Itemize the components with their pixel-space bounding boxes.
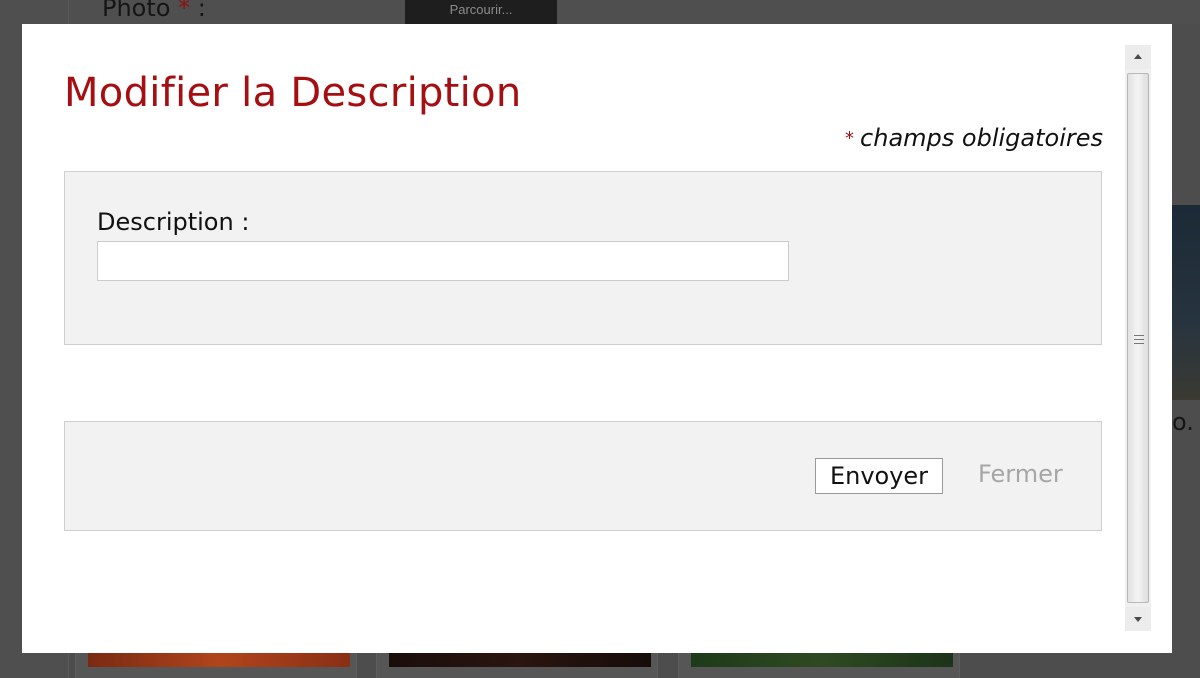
photo-label-text: Photo bbox=[102, 0, 171, 22]
description-fieldset: Description : bbox=[64, 171, 1102, 345]
required-note-text: champs obligatoires bbox=[860, 124, 1103, 152]
background-photo-preview bbox=[1172, 205, 1200, 400]
dialog-actions: Envoyer Fermer bbox=[64, 421, 1102, 531]
send-button[interactable]: Envoyer bbox=[815, 458, 943, 494]
thumbnail-image bbox=[691, 653, 953, 667]
description-input[interactable] bbox=[97, 241, 789, 281]
scroll-thumb[interactable] bbox=[1127, 73, 1149, 603]
photo-label-colon: : bbox=[190, 0, 206, 22]
description-label: Description : bbox=[97, 208, 250, 236]
scroll-grip-icon bbox=[1134, 335, 1144, 344]
thumbnail-image bbox=[389, 653, 651, 667]
required-fields-note: * champs obligatoires bbox=[845, 124, 1103, 152]
close-link[interactable]: Fermer bbox=[978, 460, 1063, 488]
required-star: * bbox=[845, 128, 855, 149]
scroll-up-arrow-icon[interactable] bbox=[1125, 45, 1151, 69]
background-photo-label: Photo * : bbox=[102, 0, 206, 22]
edit-description-dialog: Modifier la Description * champs obligato… bbox=[22, 24, 1172, 653]
required-star: * bbox=[178, 0, 191, 22]
dialog-title: Modifier la Description bbox=[64, 70, 522, 116]
background-right-text: o. bbox=[1172, 408, 1194, 436]
background-browse-button: Parcourir... bbox=[405, 0, 557, 24]
scroll-down-arrow-icon[interactable] bbox=[1125, 607, 1151, 631]
thumbnail-image bbox=[88, 653, 350, 667]
vertical-scrollbar[interactable] bbox=[1125, 45, 1151, 631]
